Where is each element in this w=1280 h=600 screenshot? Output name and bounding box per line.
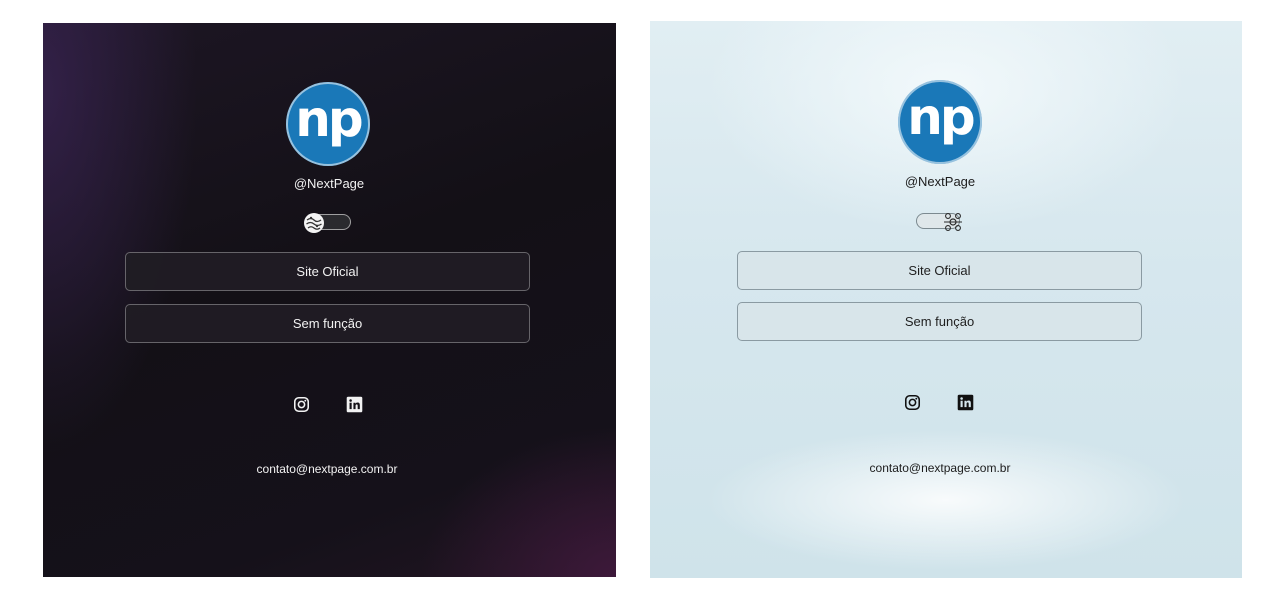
contact-email: contato@nextpage.com.br xyxy=(256,462,398,476)
site-oficial-label: Site Oficial xyxy=(296,264,359,279)
nextpage-logo: np xyxy=(898,80,982,164)
light-theme-panel: np @NextPage Site Oficial Sem função con… xyxy=(650,21,1242,578)
sem-funcao-button[interactable]: Sem função xyxy=(125,304,530,343)
profile-handle: @NextPage xyxy=(293,176,365,191)
linkedin-icon[interactable] xyxy=(345,395,363,413)
theme-toggle[interactable] xyxy=(304,213,351,233)
sem-funcao-label: Sem função xyxy=(292,316,363,331)
site-oficial-button[interactable]: Site Oficial xyxy=(737,251,1142,290)
logo-text: np xyxy=(295,90,363,148)
sem-funcao-label: Sem função xyxy=(904,314,975,329)
sun-icon xyxy=(941,210,965,234)
moon-icon xyxy=(302,211,326,235)
linkedin-icon[interactable] xyxy=(956,393,974,411)
preview-stage: np @NextPage Site Oficial Sem função con… xyxy=(0,0,1280,600)
contact-email: contato@nextpage.com.br xyxy=(869,461,1011,475)
theme-toggle[interactable] xyxy=(916,213,962,231)
site-oficial-button[interactable]: Site Oficial xyxy=(125,252,530,291)
site-oficial-label: Site Oficial xyxy=(908,263,971,278)
instagram-icon[interactable] xyxy=(292,395,310,413)
profile-handle: @NextPage xyxy=(904,174,976,189)
instagram-icon[interactable] xyxy=(903,393,921,411)
logo-text: np xyxy=(907,88,975,146)
nextpage-logo: np xyxy=(286,82,370,166)
dark-theme-panel: np @NextPage Site Oficial Sem função con… xyxy=(43,23,616,577)
sem-funcao-button[interactable]: Sem função xyxy=(737,302,1142,341)
